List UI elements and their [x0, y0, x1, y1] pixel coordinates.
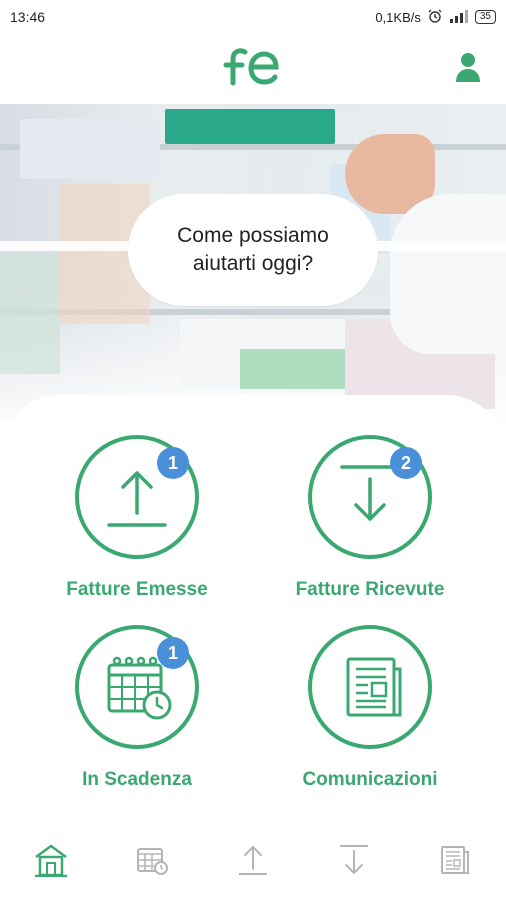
bubble-line-2: aiutarti oggi? — [192, 252, 314, 275]
newspaper-icon[interactable] — [308, 625, 432, 749]
status-bar: 13:46 0,1KB/s 35 — [0, 0, 506, 34]
nav-in-scadenza[interactable] — [127, 835, 177, 885]
product-box — [0, 254, 60, 374]
status-icons: 0,1KB/s 35 — [375, 8, 496, 27]
speech-bubble: Come possiamo aiutarti oggi? — [128, 194, 378, 306]
tile-fatture-emesse[interactable]: 1 Fatture Emesse — [27, 435, 247, 615]
main-panel: 1 Fatture Emesse 2 Fatture Ricevute 1 In… — [0, 395, 506, 820]
calendar-clock-icon — [136, 848, 168, 875]
app-logo[interactable] — [223, 46, 283, 91]
product-box — [165, 109, 335, 144]
upload-icon — [238, 845, 267, 875]
badge: 1 — [157, 447, 189, 479]
badge: 1 — [157, 637, 189, 669]
status-time: 13:46 — [10, 9, 46, 25]
home-icon — [34, 844, 67, 877]
hero-banner: Come possiamo aiutarti oggi? — [0, 104, 506, 420]
badge: 2 — [390, 447, 422, 479]
app-header — [0, 34, 506, 104]
nav-fatture-ricevute[interactable] — [329, 835, 379, 885]
nav-fatture-emesse[interactable] — [228, 835, 278, 885]
product-box — [20, 119, 160, 179]
tile-label: Fatture Ricevute — [295, 579, 445, 600]
tile-comunicazioni[interactable]: Comunicazioni — [260, 625, 480, 805]
tile-label: Fatture Emesse — [66, 579, 208, 600]
bubble-line-1: Come possiamo — [177, 224, 329, 247]
tile-fatture-ricevute[interactable]: 2 Fatture Ricevute — [260, 435, 480, 615]
nav-comunicazioni[interactable] — [430, 835, 480, 885]
user-icon[interactable] — [455, 51, 481, 88]
pharmacist-sleeve — [390, 194, 506, 354]
battery-indicator: 35 — [474, 10, 496, 24]
alarm-icon — [427, 8, 443, 27]
tile-in-scadenza[interactable]: 1 In Scadenza — [27, 625, 247, 805]
network-speed: 0,1KB/s — [375, 9, 421, 25]
signal-icon — [449, 9, 469, 26]
download-icon — [340, 845, 369, 875]
tile-label: Comunicazioni — [302, 769, 438, 790]
newspaper-icon — [441, 846, 470, 874]
tile-label: In Scadenza — [82, 769, 192, 790]
bottom-nav — [0, 820, 506, 900]
nav-home[interactable] — [26, 835, 76, 885]
